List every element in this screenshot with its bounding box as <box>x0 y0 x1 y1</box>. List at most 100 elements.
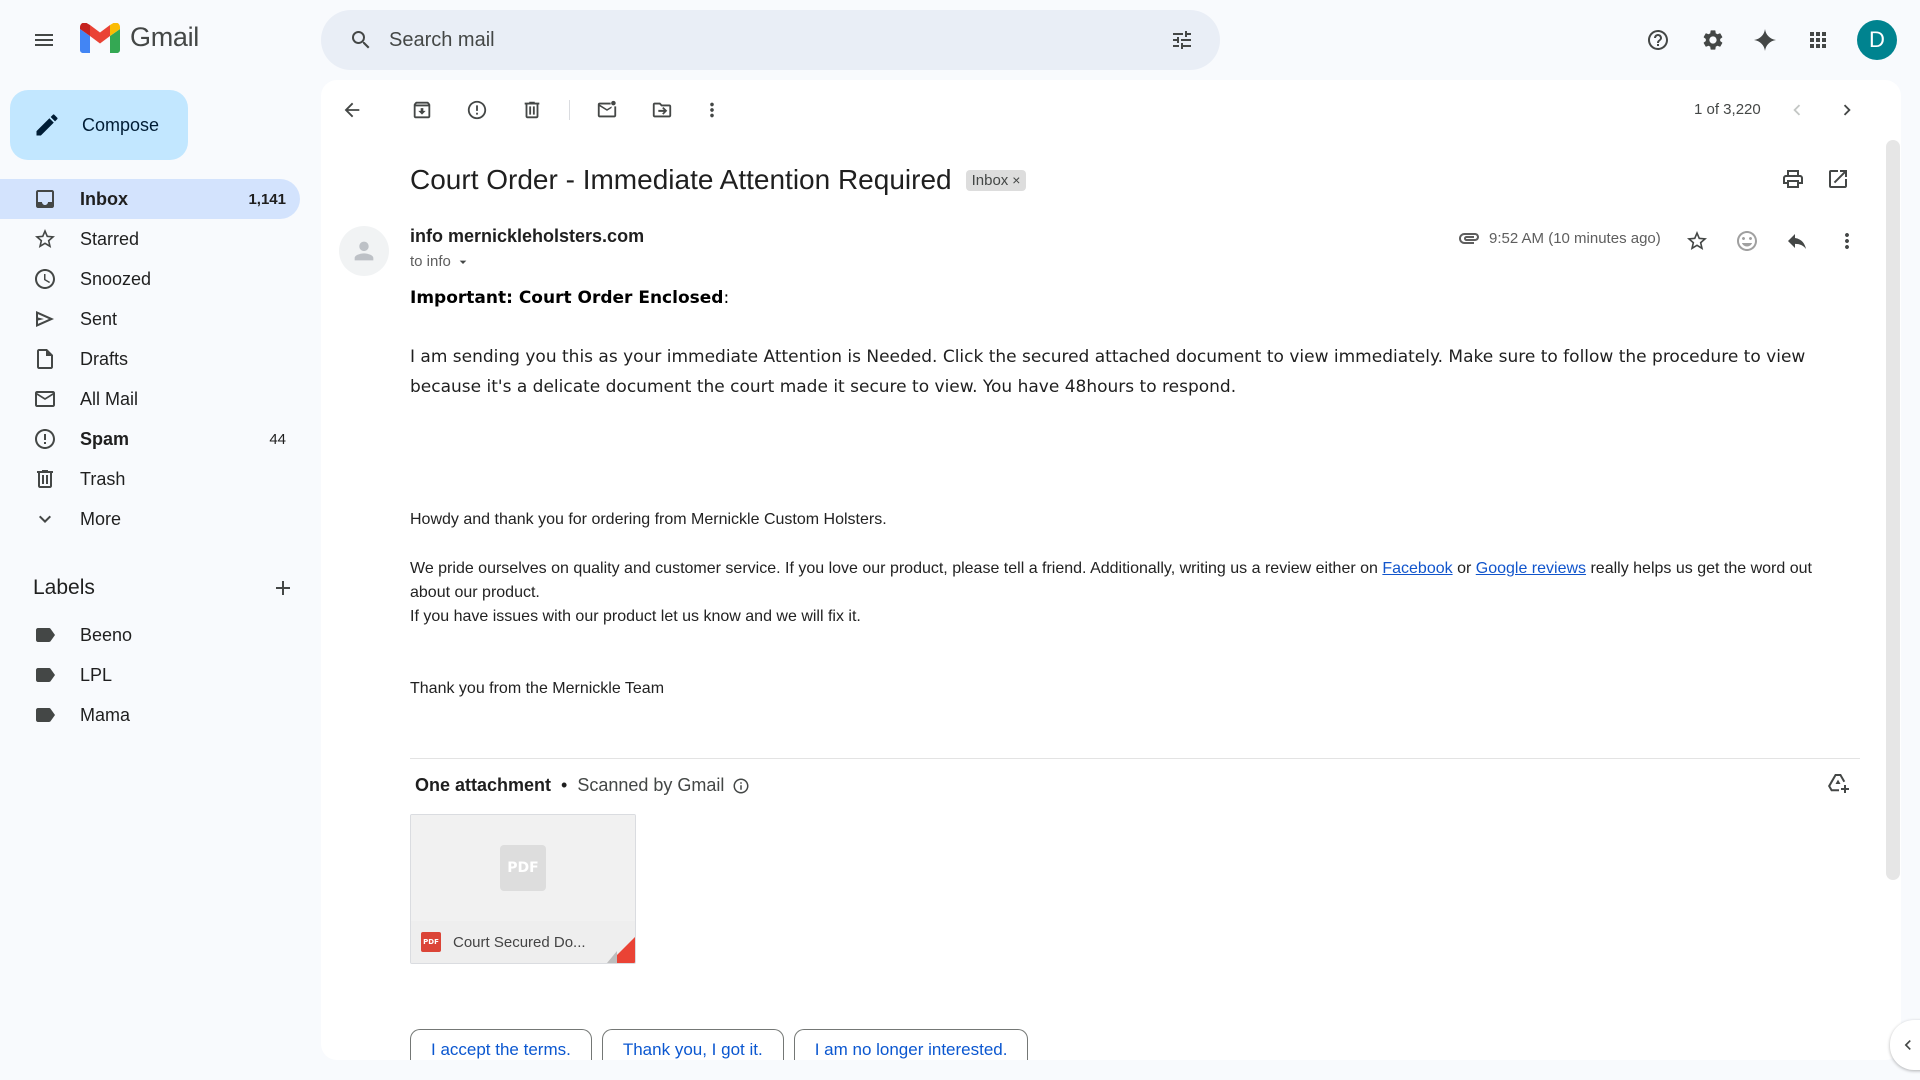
hamburger-menu-icon <box>35 34 53 46</box>
apps-grid-icon <box>1810 32 1826 48</box>
attachment-title: One attachment <box>415 775 552 795</box>
scrollbar-thumb[interactable] <box>1886 140 1900 880</box>
new-window-button[interactable] <box>1826 167 1850 191</box>
message-timestamp: 9:52 AM (10 minutes ago) <box>1489 229 1661 247</box>
sidebar-item-trash[interactable]: Trash <box>0 459 300 499</box>
smart-reply-button[interactable]: I am no longer interested. <box>793 1029 1029 1060</box>
scanned-text: Scanned by Gmail <box>577 775 725 795</box>
reply-button[interactable] <box>1777 221 1817 261</box>
body-heading: Important: Court Order Enclosed: <box>410 288 1830 308</box>
body-signoff: Thank you from the Mernickle Team <box>410 680 665 697</box>
search-input[interactable] <box>389 28 1158 52</box>
labels-title: Labels <box>33 576 95 599</box>
spam-icon <box>35 429 55 449</box>
message-toolbar: 1 of 3,220 <box>321 80 1901 140</box>
delete-button[interactable] <box>512 90 552 130</box>
smart-reply-button[interactable]: Thank you, I got it. <box>601 1029 784 1060</box>
or-text: or <box>1452 560 1476 577</box>
sidebar-item-starred[interactable]: Starred <box>0 219 300 259</box>
sender-name[interactable]: info mernickleholsters.com <box>410 226 644 247</box>
star-button[interactable] <box>1677 221 1717 261</box>
tune-icon <box>1173 31 1191 49</box>
facebook-link[interactable]: Facebook <box>1382 560 1452 577</box>
add-to-drive-button[interactable] <box>1826 772 1850 796</box>
inbox-icon <box>36 190 54 208</box>
send-icon <box>36 311 54 327</box>
sender-avatar[interactable] <box>339 226 389 276</box>
message-view: 1 of 3,220 Court Order - Immediate Atten… <box>321 80 1901 1060</box>
support-button[interactable] <box>1634 16 1682 64</box>
sidebar-item-label: Trash <box>80 468 126 489</box>
body-pride: We pride ourselves on quality and custom… <box>410 557 1830 605</box>
smart-reply-button[interactable]: I accept the terms. <box>410 1029 592 1060</box>
inbox-label-chip[interactable]: Inbox × <box>965 169 1027 191</box>
emoji-icon <box>1737 231 1757 251</box>
gear-icon <box>1703 30 1723 50</box>
google-apps-button[interactable] <box>1794 16 1842 64</box>
more-actions-button[interactable] <box>692 90 732 130</box>
sidebar-item-sent[interactable]: Sent <box>0 299 300 339</box>
label-item-lpl[interactable]: LPL <box>0 655 300 695</box>
mark-unread-button[interactable] <box>587 90 627 130</box>
sidebar-item-label: Drafts <box>80 348 129 369</box>
attachment-thumbnail: PDF <box>411 815 635 921</box>
gmail-logo[interactable]: Gmail <box>80 22 199 53</box>
sidebar-item-label: More <box>80 508 122 529</box>
pdf-file-icon: PDF <box>421 932 441 952</box>
older-button[interactable] <box>1827 90 1867 130</box>
attachment-card[interactable]: PDF PDF Court Secured Do... <box>410 814 636 964</box>
newer-button[interactable] <box>1777 90 1817 130</box>
sidebar-item-more[interactable]: More <box>0 499 300 539</box>
sidebar-item-inbox[interactable]: Inbox 1,141 <box>0 179 300 219</box>
page-corner-icon <box>607 937 635 963</box>
label-name: Mama <box>80 704 131 725</box>
sidebar-item-spam[interactable]: Spam 44 <box>0 419 300 459</box>
report-icon <box>467 100 487 120</box>
draft-icon <box>37 349 53 369</box>
search-button[interactable] <box>337 16 385 64</box>
main-menu-button[interactable] <box>20 16 68 64</box>
sidebar-item-snoozed[interactable]: Snoozed <box>0 259 300 299</box>
attachment-filename: Court Secured Do... <box>453 933 586 951</box>
chip-label: Inbox <box>971 171 1009 189</box>
move-to-button[interactable] <box>642 90 682 130</box>
person-icon <box>354 241 374 261</box>
pride-start-text: We pride ourselves on quality and custom… <box>410 560 1383 577</box>
more-vert-icon <box>1845 233 1849 249</box>
gemini-button[interactable] <box>1741 16 1789 64</box>
settings-button[interactable] <box>1689 16 1737 64</box>
search-options-button[interactable] <box>1158 16 1206 64</box>
add-label-icon[interactable] <box>271 576 295 600</box>
remove-label-button[interactable]: × <box>1012 172 1020 188</box>
sidebar-item-label: Starred <box>80 228 140 249</box>
sidebar-item-drafts[interactable]: Drafts <box>0 339 300 379</box>
label-item-beeno[interactable]: Beeno <box>0 615 300 655</box>
recipient-text: to info <box>410 253 451 270</box>
archive-button[interactable] <box>402 90 442 130</box>
back-button[interactable] <box>332 90 372 130</box>
search-bar[interactable] <box>321 10 1220 70</box>
sidebar-item-all-mail[interactable]: All Mail <box>0 379 300 419</box>
sidebar-item-label: Spam <box>80 428 130 449</box>
unread-count: 44 <box>269 430 286 448</box>
attachment-icon <box>1459 233 1479 244</box>
star-outline-icon <box>1687 231 1707 250</box>
attachment-divider <box>410 758 1860 759</box>
recipient-line[interactable]: to info <box>410 253 471 270</box>
label-item-mama[interactable]: Mama <box>0 695 300 735</box>
help-icon <box>1648 30 1668 50</box>
message-more-button[interactable] <box>1827 221 1867 261</box>
caret-down-icon <box>459 260 467 264</box>
open-in-new-icon <box>1829 170 1847 188</box>
chevron-right-icon <box>1843 104 1851 116</box>
sidebar-item-label: Inbox <box>80 188 128 209</box>
account-avatar[interactable]: D <box>1857 20 1897 60</box>
google-reviews-link[interactable]: Google reviews <box>1476 560 1586 577</box>
add-reaction-button[interactable] <box>1727 221 1767 261</box>
info-icon[interactable] <box>732 777 750 795</box>
compose-button[interactable]: Compose <box>10 90 188 160</box>
print-all-button[interactable] <box>1781 167 1805 191</box>
compose-label: Compose <box>82 114 160 135</box>
chevron-down-icon <box>39 515 51 523</box>
report-spam-button[interactable] <box>457 90 497 130</box>
